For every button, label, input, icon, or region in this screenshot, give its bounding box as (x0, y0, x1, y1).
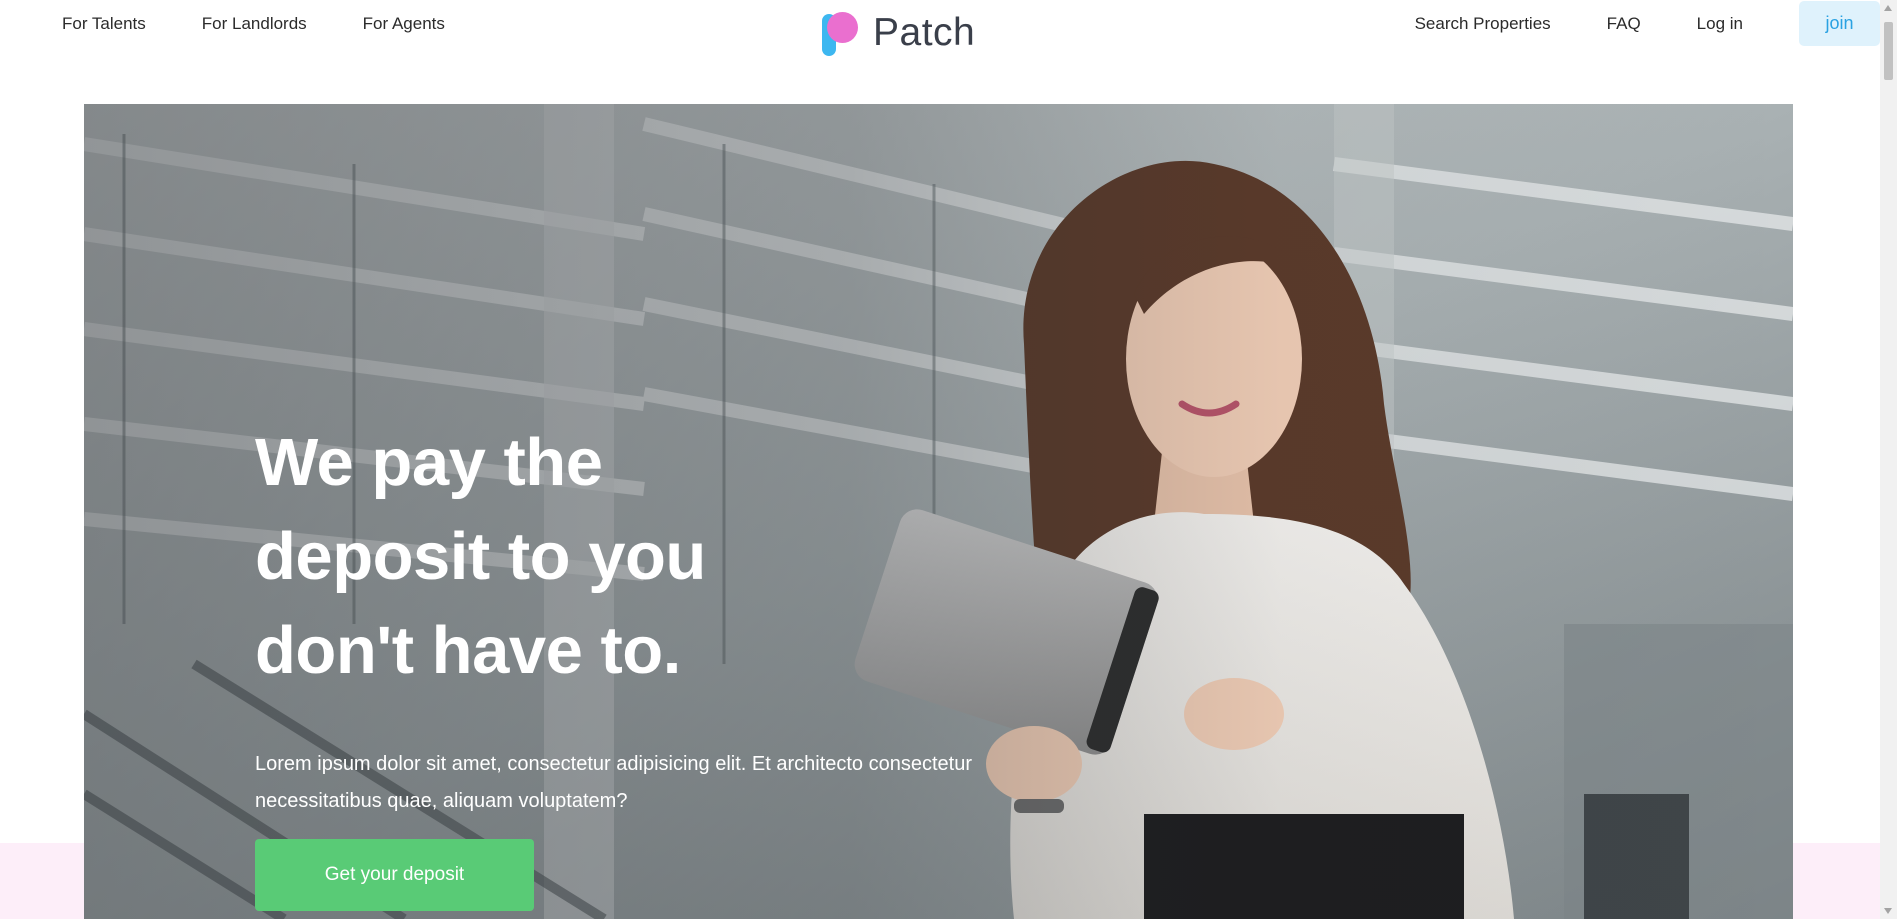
account-nav: Search Properties FAQ Log in join (1415, 1, 1880, 46)
scroll-up-icon[interactable] (1884, 5, 1892, 11)
hero-content: We pay the deposit to you don't have to.… (255, 416, 1015, 911)
scroll-thumb[interactable] (1884, 22, 1893, 80)
nav-link-landlords[interactable]: For Landlords (202, 13, 307, 35)
brand-name: Patch (873, 11, 976, 54)
hero-description: Lorem ipsum dolor sit amet, consectetur … (255, 753, 972, 812)
page-scrollbar[interactable] (1880, 0, 1897, 919)
audience-nav: For Talents For Landlords For Agents (62, 13, 445, 35)
get-deposit-button[interactable]: Get your deposit (255, 839, 534, 911)
page: For Talents For Landlords For Agents Pat… (0, 0, 1897, 919)
patch-logo-icon (821, 10, 861, 56)
nav-link-agents[interactable]: For Agents (363, 13, 445, 35)
nav-link-log-in[interactable]: Log in (1697, 13, 1743, 35)
hero-title: We pay the deposit to you don't have to. (255, 425, 706, 688)
join-button[interactable]: join (1799, 1, 1880, 46)
hero-banner: We pay the deposit to you don't have to.… (84, 104, 1793, 919)
nav-link-talents[interactable]: For Talents (62, 13, 146, 35)
scroll-down-icon[interactable] (1884, 908, 1892, 914)
brand-logo[interactable]: Patch (821, 8, 975, 58)
top-nav: For Talents For Landlords For Agents Pat… (0, 0, 1880, 68)
nav-link-faq[interactable]: FAQ (1607, 13, 1641, 35)
nav-link-search-properties[interactable]: Search Properties (1415, 13, 1551, 35)
